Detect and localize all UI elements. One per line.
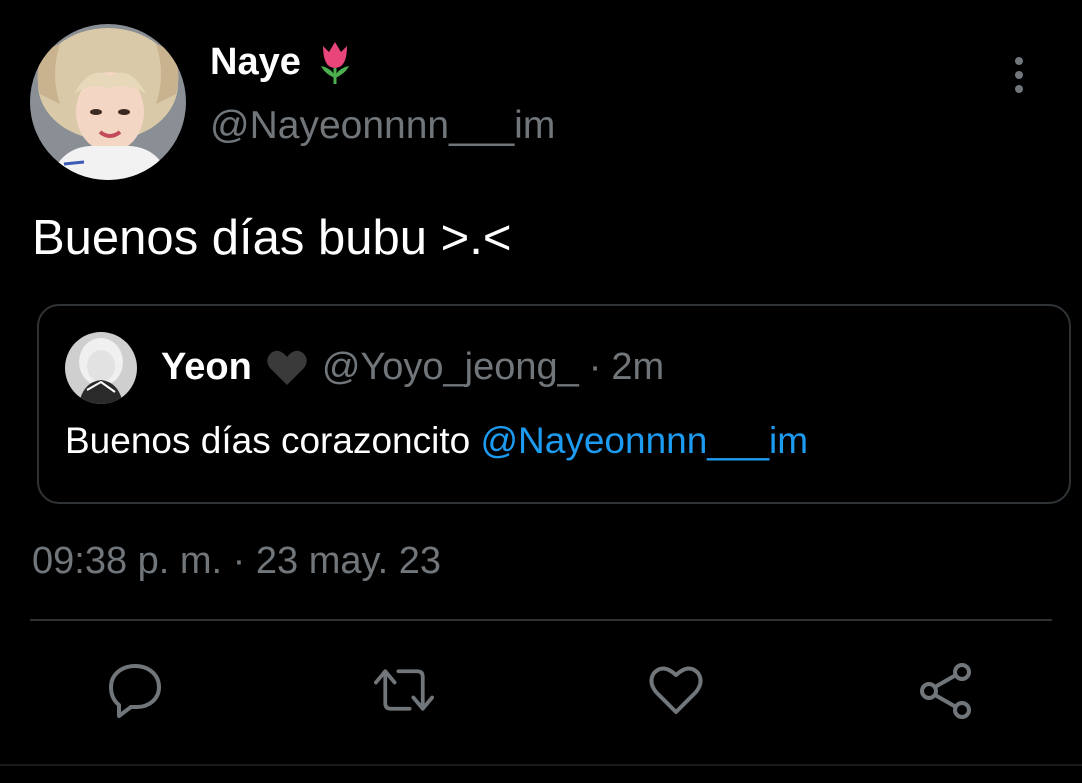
quoted-tweet-text: Buenos días corazoncito @Nayeonnnn___im — [65, 420, 808, 462]
author-handle[interactable]: @Nayeonnnn___im — [210, 104, 555, 148]
quoted-handle: @Yoyo_jeong_ — [321, 346, 579, 388]
quoted-display-name: Yeon — [161, 346, 252, 388]
retweet-icon — [374, 669, 434, 711]
quoted-time: 2m — [611, 346, 665, 388]
tulip-icon — [315, 38, 355, 86]
divider — [30, 619, 1052, 621]
tweet-timestamp: 09:38 p. m. · 23 may. 23 — [32, 540, 442, 582]
author-name-text: Naye — [210, 40, 301, 83]
black-heart-icon — [266, 349, 308, 387]
quoted-author-avatar[interactable] — [65, 332, 137, 404]
quoted-separator: · — [588, 346, 602, 388]
share-button[interactable] — [916, 660, 976, 720]
retweet-button[interactable] — [374, 660, 434, 720]
share-icon — [920, 663, 971, 719]
tweet-text: Buenos días bubu >.< — [32, 211, 512, 265]
bottom-divider — [0, 764, 1082, 766]
reply-button[interactable] — [105, 660, 165, 720]
reply-icon — [109, 664, 161, 718]
author-display-name[interactable]: Naye — [210, 38, 355, 86]
quoted-text-body: Buenos días corazoncito — [65, 420, 481, 461]
quoted-tweet-card[interactable]: Yeon @Yoyo_jeong_ · 2m Buenos días coraz… — [37, 304, 1071, 504]
like-icon — [649, 666, 703, 714]
more-options-icon[interactable] — [1004, 56, 1034, 94]
quoted-mention-link[interactable]: @Nayeonnnn___im — [480, 420, 808, 461]
like-button[interactable] — [646, 660, 706, 720]
quoted-tweet-header: Yeon @Yoyo_jeong_ · 2m — [161, 346, 664, 389]
author-avatar[interactable] — [30, 24, 186, 180]
